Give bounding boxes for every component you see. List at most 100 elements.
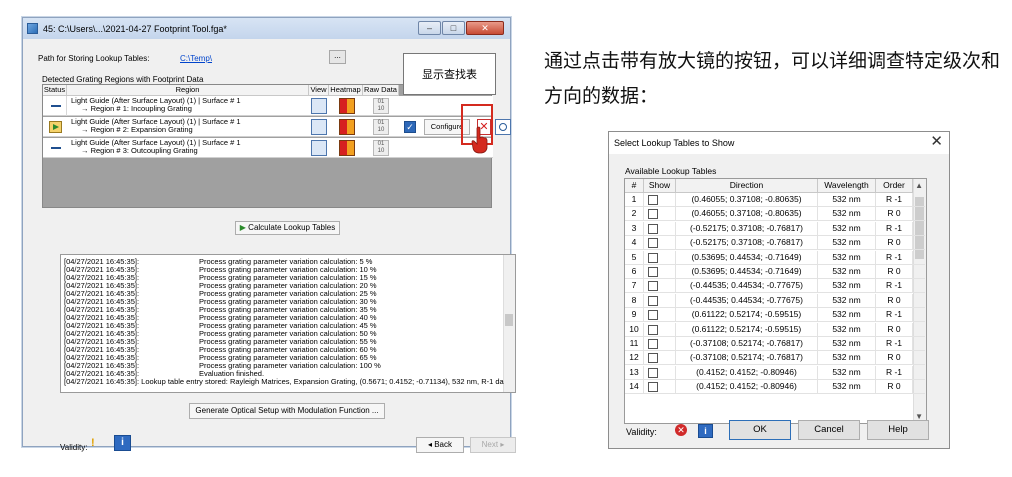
cancel-button[interactable]: Cancel bbox=[798, 420, 860, 440]
table-row[interactable]: 3 (-0.52175; 0.37108; -0.76817) 532 nm R -1 bbox=[625, 221, 925, 236]
back-button[interactable]: ◂ Back bbox=[416, 437, 464, 453]
row-number: 3 bbox=[625, 221, 644, 236]
caption-text: 通过点击带有放大镜的按钮，可以详细调查特定级次和方向的数据： bbox=[544, 50, 1001, 107]
heatmap-icon[interactable] bbox=[339, 140, 355, 156]
calculate-lookup-tables-button[interactable]: ▶ Calculate Lookup Tables bbox=[235, 221, 340, 235]
raw-data-icon[interactable]: 01 10 bbox=[373, 119, 389, 135]
ok-button[interactable]: OK bbox=[729, 420, 791, 440]
heatmap-icon[interactable] bbox=[339, 119, 355, 135]
log-scroll-thumb[interactable] bbox=[505, 314, 513, 326]
raw-data-icon[interactable]: 01 10 bbox=[373, 140, 389, 156]
help-button[interactable]: Help bbox=[867, 420, 929, 440]
row-direction: (-0.52175; 0.37108; -0.76817) bbox=[676, 236, 818, 251]
show-checkbox[interactable] bbox=[648, 367, 658, 378]
calculate-button-label: Calculate Lookup Tables bbox=[248, 223, 336, 232]
row-number: 2 bbox=[625, 207, 644, 222]
view-icon[interactable] bbox=[311, 98, 327, 114]
table-row[interactable]: 6 (0.53695; 0.44534; -0.71649) 532 nm R 0 bbox=[625, 265, 925, 279]
show-checkbox[interactable] bbox=[648, 339, 658, 349]
row-number: 13 bbox=[625, 365, 644, 380]
hand-cursor-icon bbox=[471, 126, 488, 154]
row-wavelength: 532 nm bbox=[818, 236, 876, 251]
dialog-title: Select Lookup Tables to Show bbox=[614, 138, 735, 148]
row-wavelength: 532 nm bbox=[818, 351, 876, 366]
show-checkbox[interactable] bbox=[648, 252, 658, 263]
view-icon[interactable] bbox=[311, 140, 327, 156]
row-number: 1 bbox=[625, 193, 644, 207]
row-direction: (0.46055; 0.37108; -0.80635) bbox=[676, 207, 818, 222]
row-wavelength: 532 nm bbox=[818, 207, 876, 222]
row-wavelength: 532 nm bbox=[818, 221, 876, 236]
row-number: 12 bbox=[625, 351, 644, 366]
browse-button[interactable]: ... bbox=[329, 50, 346, 64]
table-row[interactable]: 14 (0.4152; 0.4152; -0.80946) 532 nm R 0 bbox=[625, 380, 925, 395]
row-order: R -1 bbox=[876, 221, 913, 236]
next-button[interactable]: Next ▸ bbox=[470, 437, 516, 453]
row-number: 7 bbox=[625, 279, 644, 294]
show-checkbox[interactable] bbox=[648, 295, 658, 306]
table-row[interactable]: 5 (0.53695; 0.44534; -0.71649) 532 nm R -1 bbox=[625, 250, 925, 265]
path-label: Path for Storing Lookup Tables: bbox=[38, 54, 150, 63]
region-line2: → Region # 3: Outcoupling Grating bbox=[81, 146, 198, 155]
table-row[interactable]: 12 (-0.37108; 0.52174; -0.76817) 532 nm R 0 bbox=[625, 351, 925, 366]
col-show: Show bbox=[644, 179, 676, 193]
row-wavelength: 532 nm bbox=[818, 337, 876, 351]
error-icon: ✕ bbox=[675, 424, 687, 436]
table-row[interactable]: 7 (-0.44535; 0.44534; -0.77675) 532 nm R -1 bbox=[625, 279, 925, 294]
region-row[interactable]: Light Guide (After Surface Layout) (1) |… bbox=[43, 117, 511, 137]
close-button[interactable]: ✕ bbox=[466, 21, 504, 35]
table-row[interactable]: 11 (-0.37108; 0.52174; -0.76817) 532 nm R -… bbox=[625, 337, 925, 351]
col-order: Order bbox=[876, 179, 913, 193]
title-bar[interactable]: 45: C:\Users\...\2021-04-27 Footprint To… bbox=[23, 18, 510, 39]
enable-checkbox[interactable]: ✓ bbox=[404, 121, 416, 133]
region-line2: → Region # 2: Expansion Grating bbox=[81, 125, 193, 134]
show-checkbox[interactable] bbox=[648, 310, 658, 321]
table-row[interactable]: 1 (0.46055; 0.37108; -0.80635) 532 nm R -1 bbox=[625, 193, 925, 207]
magnifier-icon[interactable] bbox=[495, 119, 511, 135]
row-direction: (0.4152; 0.4152; -0.80946) bbox=[676, 380, 818, 395]
status-active-icon bbox=[49, 121, 62, 133]
warning-icon: ! bbox=[91, 437, 95, 449]
table-row[interactable]: 10 (0.61122; 0.52174; -0.59515) 532 nm R 0 bbox=[625, 322, 925, 337]
dialog-info-icon[interactable]: i bbox=[698, 424, 713, 438]
generate-optical-setup-button[interactable]: Generate Optical Setup with Modulation F… bbox=[189, 403, 385, 419]
lookup-table[interactable]: # Show Direction Wavelength Order ▲ ▼ 1(… bbox=[624, 178, 927, 424]
raw-data-icon[interactable]: 01 10 bbox=[373, 98, 389, 114]
log-panel[interactable]: [04/27/2021 16:45:35]: Process grating pa… bbox=[60, 254, 516, 393]
row-wavelength: 532 nm bbox=[818, 279, 876, 294]
region-row[interactable]: Light Guide (After Surface Layout) (1) |… bbox=[43, 96, 493, 116]
show-checkbox[interactable] bbox=[648, 267, 658, 277]
region-line2: → Region # 1: Incoupling Grating bbox=[81, 104, 192, 113]
table-row[interactable]: 9 (0.61122; 0.52174; -0.59515) 532 nm R -1 bbox=[625, 308, 925, 323]
show-checkbox[interactable] bbox=[648, 353, 658, 364]
row-wavelength: 532 nm bbox=[818, 250, 876, 265]
scroll-up-icon[interactable]: ▲ bbox=[915, 181, 923, 190]
view-icon[interactable] bbox=[311, 119, 327, 135]
col-heatmap: Heatmap bbox=[329, 85, 363, 96]
maximize-button[interactable]: □ bbox=[442, 21, 465, 35]
row-direction: (0.61122; 0.52174; -0.59515) bbox=[676, 322, 818, 337]
log-scrollbar[interactable] bbox=[503, 255, 515, 392]
info-icon[interactable]: i bbox=[114, 435, 131, 451]
show-checkbox[interactable] bbox=[648, 281, 658, 292]
table-row[interactable]: 8 (-0.44535; 0.44534; -0.77675) 532 nm R 0 bbox=[625, 293, 925, 308]
table-row[interactable]: 13 (0.4152; 0.4152; -0.80946) 532 nm R -1 bbox=[625, 365, 925, 380]
show-checkbox[interactable] bbox=[648, 223, 658, 234]
show-checkbox[interactable] bbox=[648, 195, 658, 205]
row-number: 10 bbox=[625, 322, 644, 337]
minimize-button[interactable]: – bbox=[418, 21, 441, 35]
table-row[interactable]: 2 (0.46055; 0.37108; -0.80635) 532 nm R 0 bbox=[625, 207, 925, 222]
dialog-title-bar[interactable]: Select Lookup Tables to Show ✕ bbox=[609, 132, 949, 154]
path-link[interactable]: C:\Temp\ bbox=[180, 54, 212, 63]
table-row[interactable]: 4 (-0.52175; 0.37108; -0.76817) 532 nm R 0 bbox=[625, 236, 925, 251]
show-checkbox[interactable] bbox=[648, 324, 658, 335]
show-checkbox[interactable] bbox=[648, 209, 658, 220]
heatmap-icon[interactable] bbox=[339, 98, 355, 114]
col-number: # bbox=[625, 179, 644, 193]
row-order: R 0 bbox=[876, 207, 913, 222]
show-checkbox[interactable] bbox=[648, 238, 658, 249]
region-row[interactable]: Light Guide (After Surface Layout) (1) |… bbox=[43, 138, 493, 158]
show-checkbox[interactable] bbox=[648, 382, 658, 393]
row-order: R -1 bbox=[876, 337, 913, 351]
dialog-close-icon[interactable]: ✕ bbox=[930, 134, 943, 150]
